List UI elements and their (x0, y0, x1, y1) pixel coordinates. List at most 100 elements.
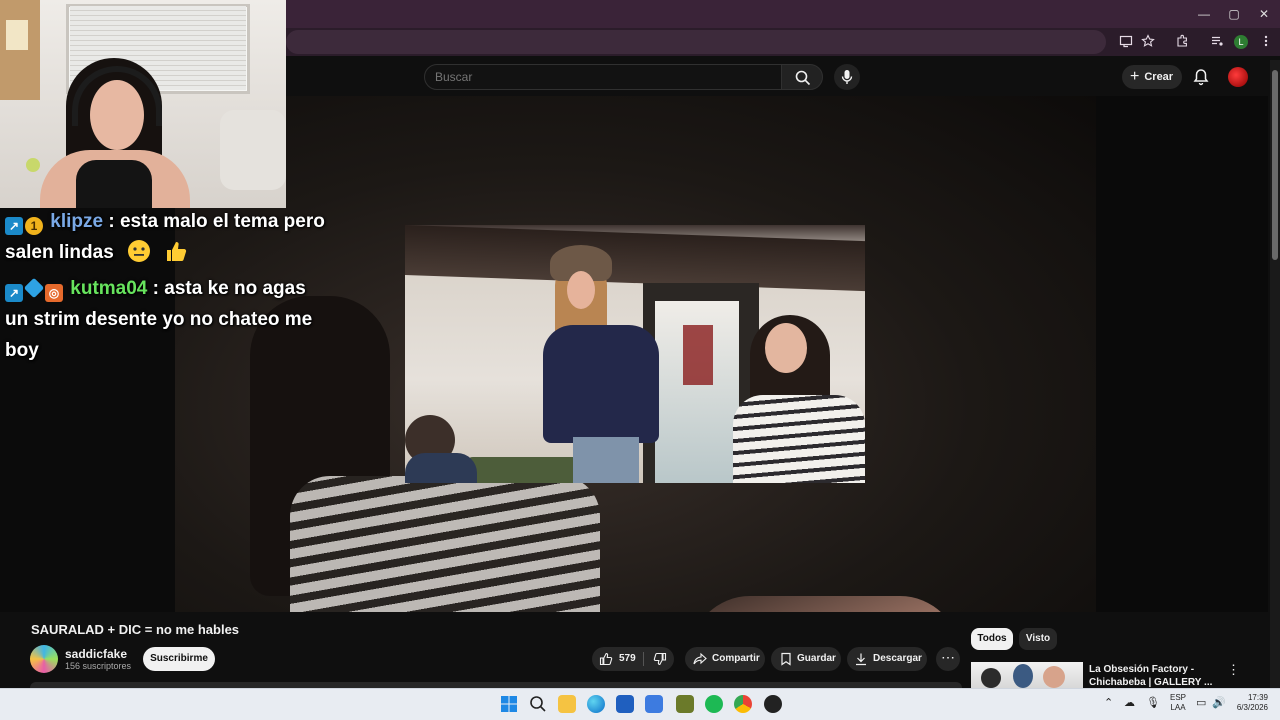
chip-todos[interactable]: Todos (971, 628, 1013, 650)
address-bar[interactable] (286, 30, 1106, 54)
browser-menu-icon[interactable] (1258, 34, 1274, 50)
download-icon (856, 653, 866, 666)
bookmark-star-icon[interactable] (1140, 34, 1156, 50)
minimize-button[interactable]: — (1194, 6, 1214, 22)
download-button[interactable]: Descargar (847, 647, 927, 671)
thumbs-up-icon (599, 652, 613, 666)
create-label: Crear (1144, 71, 1174, 83)
save-label: Guardar (797, 653, 836, 664)
download-label: Descargar (873, 653, 922, 664)
tray-expand-icon[interactable]: ⌃ (1104, 696, 1113, 709)
plus-icon: + (1130, 68, 1140, 85)
mail-icon[interactable] (645, 695, 663, 713)
network-icon[interactable]: ▭ (1196, 696, 1206, 709)
microphone-icon (841, 70, 853, 84)
webcam-couch (220, 110, 286, 190)
windows-taskbar (0, 688, 1280, 720)
volume-icon[interactable]: 🔊 (1212, 696, 1226, 709)
thumbs-down-icon (653, 652, 667, 666)
account-avatar[interactable] (1228, 67, 1248, 87)
inner-person-body (405, 453, 477, 483)
thumbs-up-emoji-icon (167, 242, 187, 261)
onedrive-icon[interactable]: ☁ (1124, 696, 1135, 709)
chat-message: ↗ ◎ kutma04 : asta ke no agas un strim de… (5, 273, 325, 366)
bookmark-icon (781, 652, 791, 666)
browser-profile-avatar[interactable]: L (1234, 35, 1248, 49)
inner-ceiling (405, 225, 865, 292)
chrome-icon[interactable] (734, 695, 752, 713)
media-control-icon[interactable] (1209, 34, 1225, 50)
subscriber-count: 156 suscriptores (65, 661, 132, 671)
clock-time: 17:39 (1247, 693, 1268, 702)
thumbnail-person (981, 668, 1001, 688)
inner-girl2-shirt (733, 395, 865, 483)
thumbnail-person (1043, 666, 1065, 688)
cube-badge-icon (23, 277, 45, 299)
edge-browser-icon[interactable] (587, 695, 605, 713)
secondary-column (1096, 96, 1268, 612)
language-indicator[interactable]: ESP LAA (1170, 693, 1186, 713)
language-code: ESP (1170, 693, 1187, 702)
file-explorer-icon[interactable] (558, 695, 576, 713)
subscriber-badge-icon: ◎ (45, 284, 63, 302)
obs-icon[interactable] (764, 695, 782, 713)
notifications-bell-icon[interactable] (1191, 67, 1211, 87)
video-background-shirt (290, 476, 600, 612)
scrollbar-thumb[interactable] (1272, 70, 1278, 260)
inner-girl-shorts (573, 437, 639, 483)
maximize-button[interactable]: ▢ (1224, 6, 1244, 22)
streamer-webcam (0, 0, 286, 208)
webcam-ball (26, 158, 40, 172)
like-button[interactable]: 579 (592, 647, 642, 671)
inner-door-decoration (683, 325, 713, 385)
windows-start-icon[interactable] (500, 695, 518, 713)
like-dislike-group: 579 (592, 647, 674, 671)
chat-message: ↗ 1 klipze : esta malo el tema pero salen… (5, 206, 325, 268)
channel-avatar[interactable] (30, 645, 58, 673)
like-divider (643, 652, 644, 666)
chat-username: klipze (50, 211, 104, 232)
recommendation-thumbnail[interactable] (971, 662, 1083, 688)
inner-girl-face (567, 271, 595, 309)
taskbar-search-icon[interactable] (529, 695, 547, 713)
search-box (424, 64, 782, 90)
webcam-corkboard (0, 0, 40, 100)
neutral-face-emoji-icon (128, 240, 151, 262)
tray-mic-icon[interactable]: 🎙 (1146, 696, 1160, 709)
create-button[interactable]: + Crear (1122, 65, 1182, 89)
vip-badge-icon: ↗ (5, 217, 23, 235)
store-icon[interactable] (616, 695, 634, 713)
subscribe-button[interactable]: Suscribirme (143, 647, 215, 671)
chip-visto[interactable]: Visto (1019, 628, 1057, 650)
video-title: SAURALAD + DIC = no me hables (31, 622, 240, 637)
voice-search-button[interactable] (834, 64, 860, 90)
chat-username: kutma04 (70, 278, 148, 299)
like-count: 579 (619, 653, 636, 664)
extensions-puzzle-icon[interactable] (1174, 34, 1190, 50)
channel-name[interactable]: saddicfake (65, 647, 127, 661)
recommendation-menu-icon[interactable]: ⋮ (1227, 663, 1240, 679)
vip-badge-icon: ↗ (5, 284, 23, 302)
save-button[interactable]: Guardar (771, 647, 841, 671)
dislike-button[interactable] (645, 647, 674, 671)
inner-girl2-face (765, 323, 807, 373)
video-background-legs (690, 596, 960, 612)
share-button[interactable]: Compartir (685, 647, 765, 671)
keyboard-layout: LAA (1170, 703, 1186, 712)
more-actions-button[interactable]: ⋯ (936, 647, 960, 671)
clock[interactable]: 17:39 6/3/2026 (1232, 693, 1268, 713)
webcam-note (6, 20, 28, 50)
clock-date: 6/3/2026 (1236, 703, 1268, 712)
close-window-button[interactable]: ✕ (1254, 6, 1274, 22)
share-icon (693, 652, 707, 665)
search-input[interactable] (425, 65, 781, 89)
inner-girl-sweater (543, 325, 659, 443)
cast-icon[interactable] (1118, 34, 1134, 50)
webcam-top (76, 160, 152, 208)
recommendation-title[interactable]: La Obsesión Factory - Chichabeba | GALLE… (1089, 663, 1219, 689)
embedded-video-overlay (405, 225, 865, 483)
gold-badge-icon: 1 (25, 217, 43, 235)
spotify-icon[interactable] (705, 695, 723, 713)
minecraft-icon[interactable] (676, 695, 694, 713)
search-button[interactable] (781, 64, 823, 90)
